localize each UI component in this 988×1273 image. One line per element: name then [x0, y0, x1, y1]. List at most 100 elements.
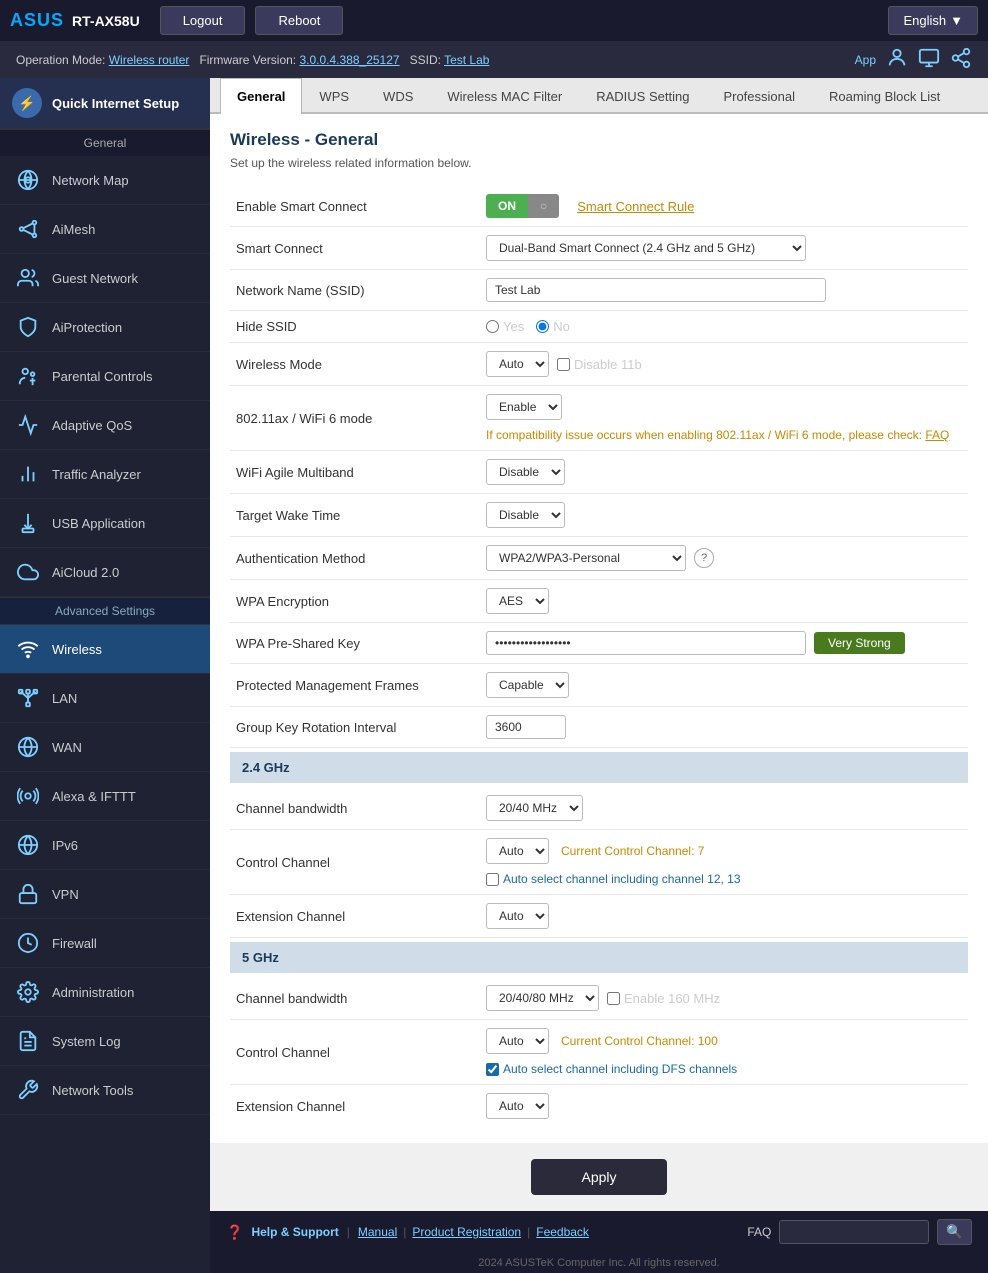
sidebar-item-lan[interactable]: LAN — [0, 674, 210, 723]
tab-radius-setting[interactable]: RADIUS Setting — [579, 78, 706, 114]
disable-11b-label[interactable]: Disable 11b — [557, 357, 642, 372]
sidebar-item-wireless[interactable]: Wireless — [0, 625, 210, 674]
band-24-channel-bw-select[interactable]: 20/40 MHz — [486, 795, 583, 821]
main-layout: ⚡ Quick Internet Setup General Network M… — [0, 78, 988, 1273]
tab-roaming-block-list[interactable]: Roaming Block List — [812, 78, 957, 114]
network-name-input[interactable] — [486, 278, 826, 302]
language-button[interactable]: English ▼ — [888, 6, 978, 35]
sidebar-item-network-tools[interactable]: Network Tools — [0, 1066, 210, 1115]
sidebar-item-traffic-analyzer[interactable]: Traffic Analyzer — [0, 450, 210, 499]
band-5-ext-channel-control: Auto — [486, 1093, 962, 1119]
band-5-control-channel-select[interactable]: Auto — [486, 1028, 549, 1054]
sidebar-item-vpn[interactable]: VPN — [0, 870, 210, 919]
operation-mode-value[interactable]: Wireless router — [109, 53, 190, 67]
footer-links: Manual | Product Registration | Feedback — [358, 1225, 589, 1239]
sidebar-item-ipv6[interactable]: IPv6 — [0, 821, 210, 870]
aicloud-icon — [14, 558, 42, 586]
sidebar-item-administration[interactable]: Administration — [0, 968, 210, 1017]
tab-wds[interactable]: WDS — [366, 78, 430, 114]
sidebar-item-network-map[interactable]: Network Map — [0, 156, 210, 205]
smart-connect-control: Dual-Band Smart Connect (2.4 GHz and 5 G… — [486, 235, 962, 261]
smart-connect-rule-link[interactable]: Smart Connect Rule — [577, 199, 694, 214]
hide-ssid-no-label[interactable]: No — [536, 319, 570, 334]
band-24-control-channel-select[interactable]: Auto — [486, 838, 549, 864]
band-5-ext-channel-select[interactable]: Auto — [486, 1093, 549, 1119]
disable-11b-checkbox[interactable] — [557, 358, 570, 371]
administration-icon — [14, 978, 42, 1006]
band-5-auto-dfs-checkbox[interactable] — [486, 1063, 499, 1076]
band-5-enable-160-checkbox[interactable] — [607, 992, 620, 1005]
network-name-label: Network Name (SSID) — [236, 283, 486, 298]
pmf-select[interactable]: Capable — [486, 672, 569, 698]
hide-ssid-yes-label[interactable]: Yes — [486, 319, 524, 334]
sidebar-item-firewall[interactable]: Firewall — [0, 919, 210, 968]
target-wake-select[interactable]: Disable — [486, 502, 565, 528]
hide-ssid-no-radio[interactable] — [536, 320, 549, 333]
enable-smart-connect-row: Enable Smart Connect ON ○ Smart Connect … — [230, 186, 968, 227]
auth-method-select[interactable]: WPA2/WPA3-Personal — [486, 545, 686, 571]
sidebar-item-alexa[interactable]: Alexa & IFTTT — [0, 772, 210, 821]
share-icon[interactable] — [950, 47, 972, 72]
ssid-value[interactable]: Test Lab — [444, 53, 489, 67]
sidebar-item-wan[interactable]: WAN — [0, 723, 210, 772]
wifi6-control: Enable If compatibility issue occurs whe… — [486, 394, 962, 442]
aiprotection-icon — [14, 313, 42, 341]
sidebar-item-aiprotection[interactable]: AiProtection — [0, 303, 210, 352]
band-5-channel-bw-select[interactable]: 20/40/80 MHz — [486, 985, 599, 1011]
reboot-button[interactable]: Reboot — [255, 6, 343, 35]
person-icon[interactable] — [886, 47, 908, 72]
wpa-encryption-select[interactable]: AES — [486, 588, 549, 614]
tab-professional[interactable]: Professional — [706, 78, 812, 114]
pmf-label: Protected Management Frames — [236, 678, 486, 693]
band-24-auto-select-label[interactable]: Auto select channel including channel 12… — [486, 872, 741, 886]
copyright: 2024 ASUSTeK Computer Inc. All rights re… — [210, 1253, 988, 1273]
feedback-link[interactable]: Feedback — [536, 1225, 589, 1239]
sidebar-item-system-log[interactable]: System Log — [0, 1017, 210, 1066]
monitor-icon[interactable] — [918, 47, 940, 72]
smart-connect-toggle[interactable]: ON ○ — [486, 194, 559, 218]
auth-method-help-icon[interactable]: ? — [694, 548, 714, 568]
band-24-ext-channel-label: Extension Channel — [236, 909, 486, 924]
sidebar-item-usb-application[interactable]: USB Application — [0, 499, 210, 548]
faq-search-button[interactable]: 🔍 — [937, 1219, 972, 1245]
tab-general[interactable]: General — [220, 78, 302, 114]
group-key-input[interactable] — [486, 715, 566, 739]
sidebar-item-parental-controls[interactable]: Parental Controls — [0, 352, 210, 401]
wpa-key-input[interactable] — [486, 631, 806, 655]
ssid-label: SSID: — [410, 53, 441, 67]
band-24-ext-channel-control: Auto — [486, 903, 962, 929]
tab-wireless-mac-filter[interactable]: Wireless MAC Filter — [430, 78, 579, 114]
hide-ssid-row: Hide SSID Yes No — [230, 311, 968, 343]
product-registration-link[interactable]: Product Registration — [412, 1225, 521, 1239]
band-5-auto-dfs-label[interactable]: Auto select channel including DFS channe… — [486, 1062, 737, 1076]
manual-link[interactable]: Manual — [358, 1225, 397, 1239]
sidebar-item-adaptive-qos[interactable]: Adaptive QoS — [0, 401, 210, 450]
sidebar-item-guest-network[interactable]: Guest Network — [0, 254, 210, 303]
tab-wps[interactable]: WPS — [302, 78, 366, 114]
wifi6-faq-link[interactable]: FAQ — [925, 428, 949, 442]
sidebar-item-aimesh[interactable]: AiMesh — [0, 205, 210, 254]
band-24-auto-select-checkbox[interactable] — [486, 873, 499, 886]
sidebar-item-label: Wireless — [52, 642, 102, 657]
wireless-mode-select[interactable]: Auto — [486, 351, 549, 377]
band-24-ext-channel-select[interactable]: Auto — [486, 903, 549, 929]
wifi6-select[interactable]: Enable — [486, 394, 562, 420]
hide-ssid-yes-radio[interactable] — [486, 320, 499, 333]
toggle-off-btn[interactable]: ○ — [528, 194, 559, 218]
lan-icon — [14, 684, 42, 712]
asus-logo: ASUS — [10, 10, 64, 31]
wifi-agile-select[interactable]: Disable — [486, 459, 565, 485]
smart-connect-select[interactable]: Dual-Band Smart Connect (2.4 GHz and 5 G… — [486, 235, 806, 261]
wifi6-label: 802.11ax / WiFi 6 mode — [236, 411, 486, 426]
network-name-row: Network Name (SSID) — [230, 270, 968, 311]
toggle-on-btn[interactable]: ON — [486, 194, 528, 218]
sidebar-item-aicloud[interactable]: AiCloud 2.0 — [0, 548, 210, 597]
apply-button[interactable]: Apply — [531, 1159, 666, 1195]
wpa-key-row: WPA Pre-Shared Key Very Strong — [230, 623, 968, 664]
firmware-value[interactable]: 3.0.0.4.388_25127 — [299, 53, 399, 67]
quick-internet-setup[interactable]: ⚡ Quick Internet Setup — [0, 78, 210, 129]
band-24-channel-bw-row: Channel bandwidth 20/40 MHz — [230, 787, 968, 830]
logout-button[interactable]: Logout — [160, 6, 246, 35]
band-5-enable-160-label[interactable]: Enable 160 MHz — [607, 991, 720, 1006]
faq-search-input[interactable] — [779, 1220, 929, 1244]
